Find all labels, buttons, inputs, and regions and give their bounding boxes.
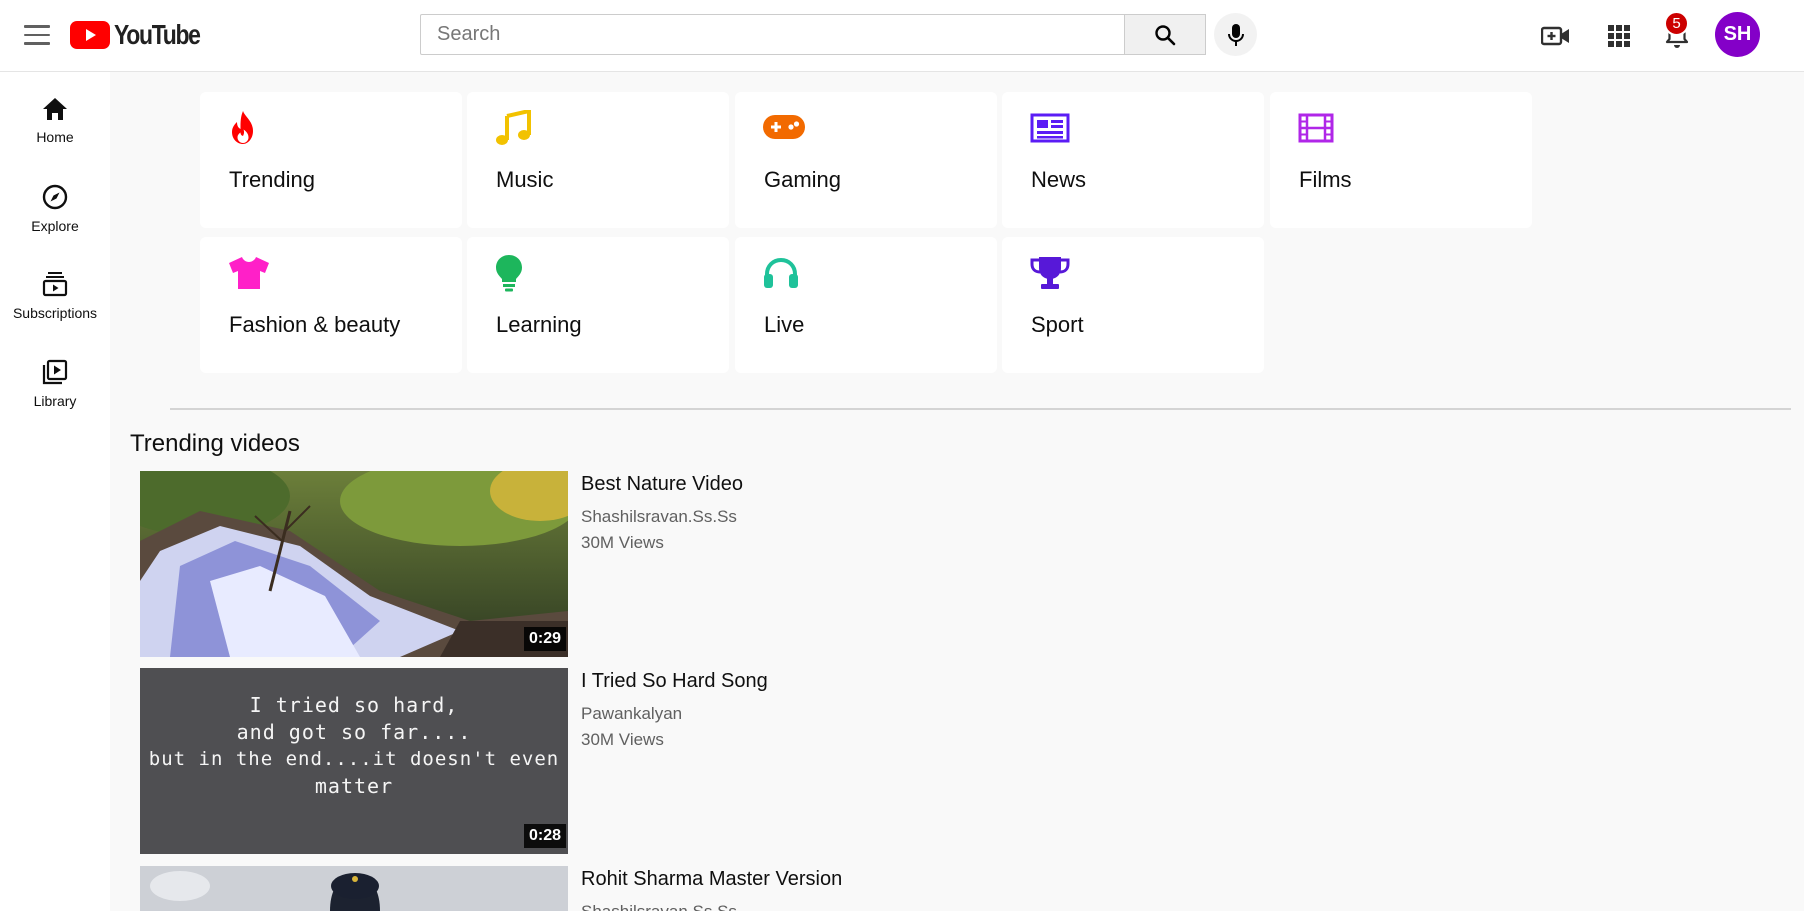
sidebar-item-label: Subscriptions [12,305,98,321]
search-box [420,14,1125,55]
youtube-play-logo-icon [70,21,110,49]
subscriptions-icon [42,272,68,297]
video-views: 30M Views [581,533,664,552]
library-icon [42,359,68,385]
search-button[interactable] [1125,14,1206,55]
video-title[interactable]: Rohit Sharma Master Version [581,868,842,891]
category-card-gaming[interactable]: Gaming [735,92,997,228]
video-duration: 0:29 [523,627,566,651]
gamepad-icon [763,108,805,148]
category-label: Trending [229,167,316,192]
microphone-icon [1227,23,1244,46]
search-icon [1155,24,1176,45]
category-card-music[interactable]: Music [467,92,729,228]
youtube-logo-text: YouTube [114,19,201,50]
trophy-icon [1030,253,1072,293]
music-note-icon [495,108,537,148]
film-icon [1298,108,1340,148]
top-header: YouTube Search 5 SH [0,0,1804,72]
sidebar-item-explore[interactable]: Explore [0,169,110,249]
sidebar-item-label: Home [36,129,74,145]
video-thumbnail[interactable]: I tried so hard, and got so far.... but … [140,668,568,854]
compass-icon [42,184,68,210]
category-card-learning[interactable]: Learning [467,237,729,373]
sidebar-item-home[interactable]: Home [0,81,110,161]
video-channel[interactable]: Shashilsravan.Ss.Ss [581,902,737,911]
video-title[interactable]: I Tried So Hard Song [581,670,768,693]
video-camera-add-icon [1541,26,1569,46]
cricket-player-thumbnail-image [140,866,568,911]
video-item[interactable]: Rohit Sharma Master Version Shashilsrava… [140,866,842,911]
lightbulb-icon [495,253,537,293]
sidebar-item-label: Explore [31,218,79,234]
video-channel[interactable]: Shashilsravan.Ss.Ss [581,507,737,527]
user-avatar[interactable]: SH [1715,12,1760,57]
category-card-trending[interactable]: Trending [200,92,462,228]
video-thumbnail[interactable] [140,866,568,911]
category-label: Fashion & beauty [229,312,401,337]
category-label: Sport [1031,312,1084,337]
category-card-live[interactable]: Live [735,237,997,373]
voice-search-button[interactable] [1214,13,1257,56]
video-channel[interactable]: Pawankalyan [581,704,682,724]
video-duration: 0:28 [523,824,566,848]
notification-count-badge: 5 [1664,11,1689,36]
category-card-sport[interactable]: Sport [1002,237,1264,373]
apps-grid-icon [1608,25,1630,47]
waterfall-thumbnail-image [140,471,568,657]
category-card-news[interactable]: News [1002,92,1264,228]
home-icon [43,98,67,120]
category-card-fashion-beauty[interactable]: Fashion & beauty [200,237,462,373]
video-views: 30M Views [581,730,664,749]
video-title[interactable]: Best Nature Video [581,473,743,496]
section-divider [170,408,1791,410]
category-card-films[interactable]: Films [1270,92,1532,228]
thumbnail-quote-text: I tried so hard, and got so far.... but … [148,693,560,798]
newspaper-icon [1030,108,1072,148]
category-label: Films [1299,167,1352,192]
sidebar-item-subscriptions[interactable]: Subscriptions [0,256,110,336]
category-label: Music [496,167,554,192]
video-thumbnail[interactable]: 0:29 [140,471,568,657]
youtube-logo[interactable]: YouTube [70,19,218,51]
category-label: Live [764,312,805,337]
left-sidebar: Home Explore Subscriptions Library [0,72,110,911]
video-item[interactable]: I tried so hard, and got so far.... but … [140,668,840,858]
sidebar-item-library[interactable]: Library [0,344,110,424]
sidebar-item-label: Library [33,393,77,409]
hamburger-menu-icon[interactable] [20,20,54,50]
trending-videos-heading: Trending videos [130,430,300,457]
category-label: News [1031,167,1087,192]
apps-button[interactable] [1601,18,1637,54]
category-label: Learning [496,312,582,337]
category-label: Gaming [764,167,842,192]
create-video-button[interactable] [1538,18,1574,54]
headphones-icon [763,253,805,293]
flame-icon [228,108,270,148]
video-item[interactable]: 0:29 Best Nature Video Shashilsravan.Ss.… [140,471,840,661]
search-input[interactable] [421,15,1124,54]
tshirt-icon [228,253,270,293]
